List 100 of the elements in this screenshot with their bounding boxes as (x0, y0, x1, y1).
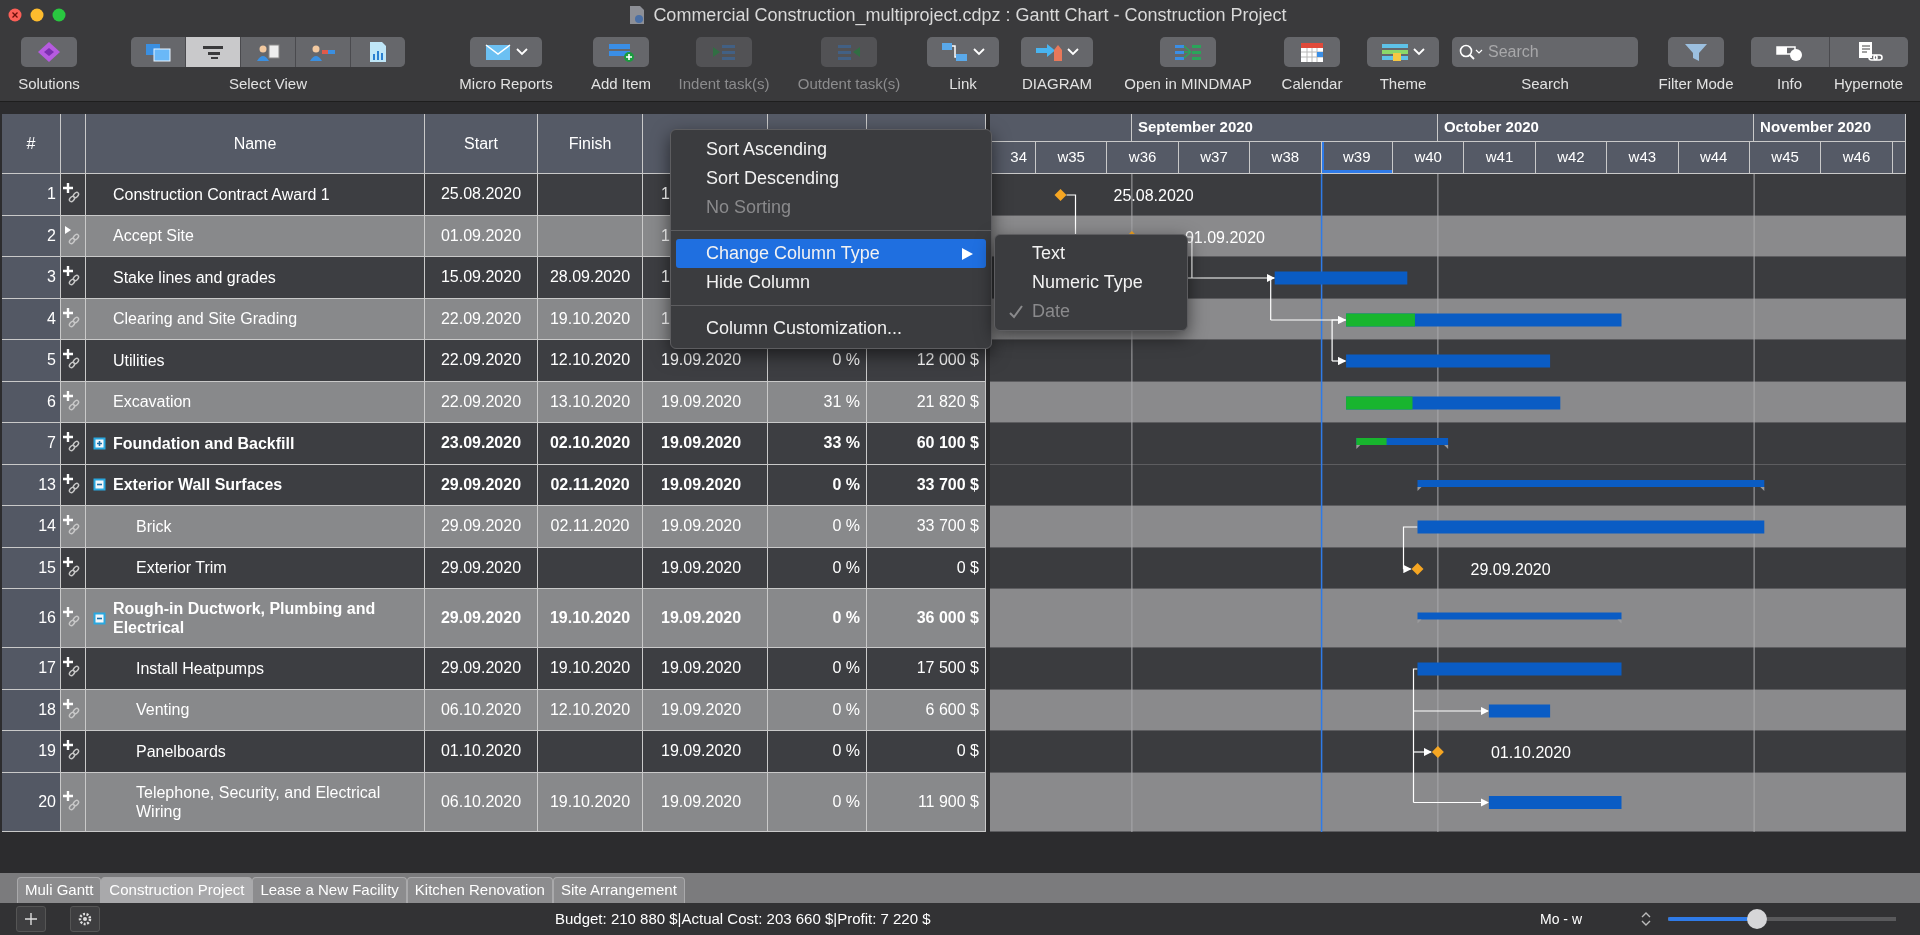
slider-thumb[interactable] (1746, 909, 1767, 929)
toolbar-button[interactable] (1668, 37, 1724, 67)
task-name: Rough-in Ductwork, Plumbing and Electrical (113, 599, 377, 637)
cards-icon (144, 41, 172, 63)
week-header-cell: w42 (1535, 142, 1608, 174)
table-cell: 31 % (768, 381, 867, 423)
table-cell: 19.10.2020 (538, 648, 643, 690)
toolbar-button[interactable] (1829, 37, 1908, 67)
table-cell: 02.10.2020 (538, 423, 643, 465)
table-cell: 29.09.2020 (425, 589, 538, 648)
table-cell: 22.09.2020 (425, 298, 538, 340)
table-cell: 0 % (768, 731, 867, 773)
tree-toggle[interactable] (93, 436, 106, 450)
settings-button[interactable] (70, 906, 100, 932)
table-cell: 19.10.2020 (538, 298, 643, 340)
row-number: 2 (2, 215, 61, 257)
table-cell: 19.09.2020 (643, 772, 768, 832)
row-number: 4 (2, 298, 61, 340)
toolbar-label: Outdent task(s) (797, 74, 901, 94)
table-cell: 12.10.2020 (538, 689, 643, 731)
table-cell: 0 % (768, 547, 867, 589)
dropdown-button[interactable] (1367, 37, 1439, 67)
task-name: Stake lines and grades (113, 267, 276, 287)
scale-label: Mo - w (1540, 909, 1582, 929)
menu-item[interactable]: Numeric Type (1000, 268, 1182, 297)
menu-item[interactable]: Text (1000, 239, 1182, 268)
table-cell: 22.09.2020 (425, 381, 538, 423)
table-cell: 19.09.2020 (643, 464, 768, 506)
table-cell: 13.10.2020 (538, 381, 643, 423)
search-field[interactable]: Search (1452, 37, 1638, 67)
table-cell: 29.09.2020 (425, 547, 538, 589)
caret-icon (1413, 48, 1425, 56)
filter-icon (1682, 41, 1710, 63)
week-header-cell: w46 (1821, 142, 1893, 174)
toolbar-button[interactable] (1750, 37, 1829, 67)
toolbar-label: Solutions (18, 74, 80, 94)
diagram-icon (1035, 41, 1063, 63)
table-cell: 01.10.2020 (425, 731, 538, 773)
column-header[interactable]: Start (425, 114, 538, 174)
add-item-icon (607, 41, 635, 63)
week-header-cell: w41 (1464, 142, 1536, 174)
column-header[interactable]: # (2, 114, 61, 174)
dropdown-button[interactable] (470, 37, 542, 67)
zoom-button[interactable] (52, 8, 66, 22)
toolbar-label: Calendar (1281, 74, 1343, 94)
view-button[interactable] (241, 37, 295, 67)
table-cell: 22.09.2020 (425, 340, 538, 382)
toolbar-button[interactable] (1284, 37, 1340, 67)
table-cell: 29.09.2020 (425, 648, 538, 690)
table-cell: 19.09.2020 (643, 589, 768, 648)
table-cell: 21 820 $ (867, 381, 986, 423)
table-cell: 19.09.2020 (643, 689, 768, 731)
bar-end-mark (1356, 445, 1361, 449)
tree-toggle[interactable] (93, 478, 106, 492)
menu-item[interactable]: Change Column Type (676, 239, 986, 268)
table-cell: 33 700 $ (867, 464, 986, 506)
table-cell: 17 500 $ (867, 648, 986, 690)
row-number: 6 (2, 381, 61, 423)
task-name: Panelboards (136, 741, 226, 761)
task-name: Utilities (113, 350, 165, 370)
view-button[interactable] (131, 37, 185, 67)
table-cell: 0 % (768, 589, 867, 648)
table-cell: 6 600 $ (867, 689, 986, 731)
row-number: 13 (2, 464, 61, 506)
task-name: Exterior Wall Surfaces (113, 475, 283, 495)
tree-toggle[interactable] (93, 611, 106, 625)
toolbar-label: Hypernote (1832, 74, 1905, 94)
column-header[interactable]: Finish (538, 114, 643, 174)
dropdown-button[interactable] (927, 37, 999, 67)
minimize-button[interactable] (30, 8, 44, 22)
view-button[interactable] (351, 37, 405, 67)
window-title: Commercial Construction_multiproject.cdpz : Gantt Chart - Construction Project (653, 3, 1287, 28)
table-cell: 19.10.2020 (538, 772, 643, 832)
bar-end-mark (1760, 487, 1765, 491)
link-icon (941, 41, 969, 63)
task-name: Exterior Trim (136, 558, 227, 578)
milestone-date: 01.09.2020 (1184, 229, 1265, 246)
table-cell: 33 700 $ (867, 506, 986, 548)
add-button[interactable] (16, 906, 46, 932)
table-cell: 23.09.2020 (425, 423, 538, 465)
toolbar-label: Select View (228, 74, 308, 94)
row-number: 19 (2, 731, 61, 773)
dropdown-button[interactable] (1021, 37, 1093, 67)
column-header[interactable]: Name (86, 114, 425, 174)
row-number: 16 (2, 589, 61, 648)
toolbar-label: Link (949, 74, 977, 94)
row-number: 18 (2, 689, 61, 731)
week-header-cell: w45 (1749, 142, 1822, 174)
table-cell: 19.09.2020 (643, 506, 768, 548)
stepper-control[interactable] (1640, 910, 1652, 928)
table-cell: 0 % (768, 464, 867, 506)
table-cell: 29.09.2020 (425, 464, 538, 506)
week-header-cell: w40 (1392, 142, 1465, 174)
row-number: 17 (2, 648, 61, 690)
close-button[interactable] (8, 8, 22, 22)
menu-item[interactable]: Sort Ascending (676, 135, 986, 164)
submenu-arrow-icon (960, 246, 974, 261)
row-number: 7 (2, 423, 61, 465)
view-button[interactable] (186, 37, 240, 67)
table-cell: 06.10.2020 (425, 772, 538, 832)
